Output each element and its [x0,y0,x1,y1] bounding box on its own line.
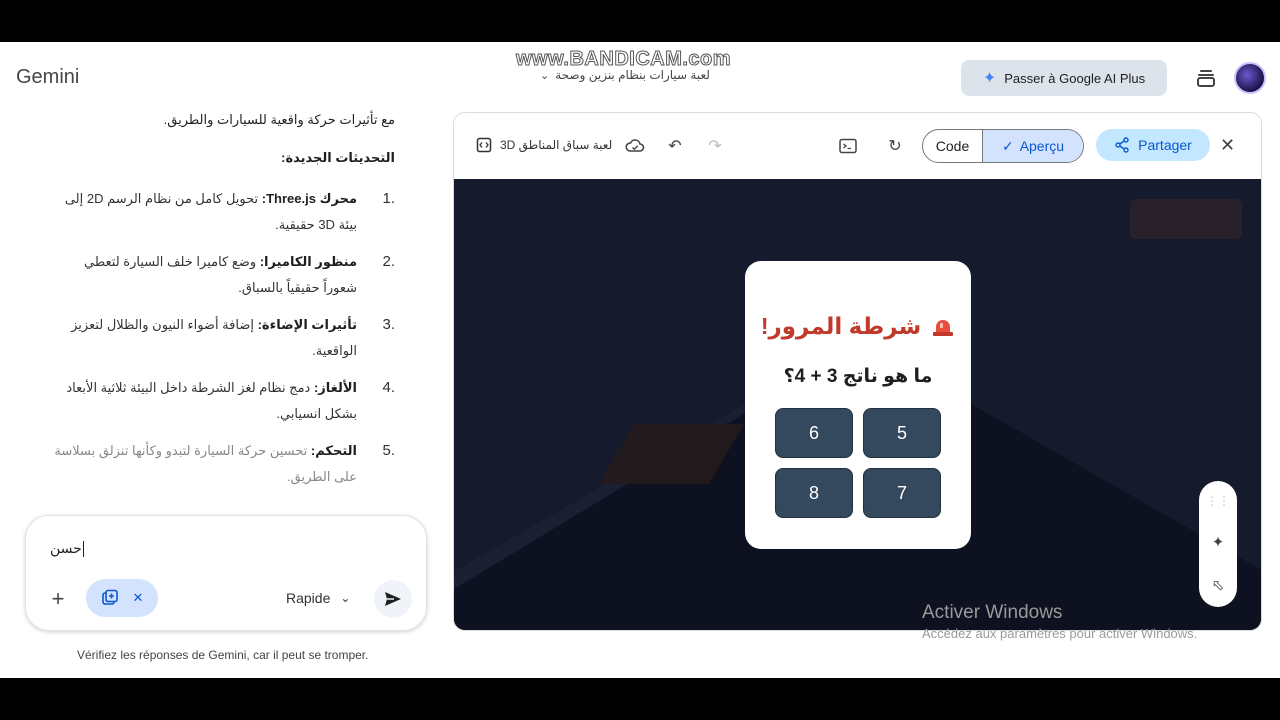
prompt-composer[interactable]: حسن + ✕ Rapide ⌄ [25,515,427,631]
list-item: 4. الألغاز: دمج نظام لغز الشرطة داخل الب… [50,375,395,427]
select-icon[interactable]: ⬁ [1212,576,1225,594]
drag-icon[interactable]: ⋮⋮ [1206,494,1230,508]
avatar[interactable] [1234,62,1266,94]
response-lead: مع تأثيرات حركة واقعية للسيارات والطريق. [163,112,395,127]
prompt-input[interactable]: حسن [50,540,84,558]
activate-subtitle: Accédez aux paramètres pour activer Wind… [922,626,1198,641]
upgrade-label: Passer à Google AI Plus [1004,70,1146,86]
upload-icon [101,589,118,605]
canvas-toolbar: لعبة سباق المناطق 3D ↶ ↷ ↻ Code ✓ Aperçu [454,113,1261,179]
send-button[interactable] [374,580,412,618]
chat-response: مع تأثيرات حركة واقعية للسيارات والطريق.… [50,112,395,501]
stack-icon[interactable] [1196,68,1216,88]
refresh-icon[interactable]: ↻ [884,135,906,157]
conversation-title[interactable]: لعبة سيارات بنظام بنزين وصحة ⌄ [540,68,710,82]
list-item-title: التحكم: [310,443,357,458]
doc-title: لعبة سباق المناطق 3D [500,138,613,152]
police-quiz-modal: شرطة المرور! ما هو ناتج 3 + 4؟ 6 5 8 7 [745,261,971,549]
canvas-panel: لعبة سباق المناطق 3D ↶ ↷ ↻ Code ✓ Aperçu [453,112,1262,631]
share-icon [1115,137,1129,153]
modal-title-text: شرطة المرور! [760,313,922,339]
brand-logo[interactable]: Gemini [16,66,79,89]
response-heading: التحديثات الجديدة: [281,150,395,165]
upgrade-button[interactable]: ✦ Passer à Google AI Plus [961,60,1167,96]
cloud-icon[interactable] [624,135,646,157]
tab-preview-label: Aperçu [1019,138,1065,154]
view-toggle[interactable]: Code ✓ Aperçu [922,129,1084,163]
game-preview[interactable]: شرطة المرور! ما هو ناتج 3 + 4؟ 6 5 8 7 ⋮… [454,179,1261,630]
model-selector[interactable]: Rapide ⌄ [286,590,350,606]
list-item: 2. منظور الكاميرا: وضع كاميرا خلف السيار… [50,249,395,301]
list-item-title: منظور الكاميرا: [259,254,357,269]
list-item: 5. التحكم: تحسين حركة السيارة لتبدو وكأن… [50,438,395,490]
prompt-input-value: حسن [50,540,82,556]
close-icon[interactable]: ✕ [1220,135,1235,156]
text-caret [82,541,84,558]
list-item: 1. محرك Three.js: تحويل كامل من نظام الر… [50,186,395,238]
hud-badge [1130,199,1242,239]
chevron-down-icon: ⌄ [340,591,351,605]
letterbox-top [0,0,1280,42]
letterbox-bottom [0,678,1280,720]
floating-toolbar: ⋮⋮ ✦ ⬁ [1199,481,1237,607]
list-number: 2. [382,253,395,270]
list-item-title: تأثيرات الإضاءة: [257,317,357,332]
list-number: 3. [382,316,395,333]
list-item: 3. تأثيرات الإضاءة: إضافة أضواء النيون و… [50,312,395,364]
tab-code[interactable]: Code [923,130,983,162]
updates-list: 1. محرك Three.js: تحويل كامل من نظام الر… [50,186,395,490]
share-button[interactable]: Partager [1096,129,1210,161]
check-icon: ✓ [1001,137,1014,154]
console-icon[interactable] [837,135,859,157]
list-item-title: الألغاز: [313,380,357,395]
answer-button[interactable]: 7 [863,468,941,518]
conversation-title-text: لعبة سيارات بنظام بنزين وصحة [555,68,710,82]
plus-icon[interactable]: + [46,586,70,612]
sparkle-edit-icon[interactable]: ✦ [1212,533,1225,551]
gemini-app: Gemini www.BANDICAM.com لعبة سيارات بنظا… [0,42,1280,678]
activate-title: Activer Windows [922,602,1063,623]
model-label: Rapide [286,590,331,606]
doc-title-group[interactable]: لعبة سباق المناطق 3D [476,137,612,153]
chevron-down-icon: ⌄ [540,69,550,82]
code-icon [476,137,492,153]
send-icon [385,592,401,606]
list-number: 1. [382,190,395,207]
answer-button[interactable]: 8 [775,468,853,518]
list-number: 5. [382,442,395,459]
list-number: 4. [382,379,395,396]
disclaimer: Vérifiez les réponses de Gemini, car il … [77,648,369,662]
quiz-question: ما هو ناتج 3 + 4؟ [783,366,933,387]
modal-title: شرطة المرور! [745,313,971,340]
canvas-tool-chip[interactable]: ✕ [86,579,158,617]
close-icon[interactable]: ✕ [133,590,144,606]
list-item-title: محرك Three.js: [261,191,357,206]
windows-activation-notice: Activer Windows Accédez aux paramètres p… [922,602,1197,641]
redo-icon: ↷ [708,138,722,155]
share-label: Partager [1138,137,1192,153]
undo-icon[interactable]: ↶ [664,135,686,157]
spark-icon: ✦ [982,70,997,87]
tab-preview[interactable]: ✓ Aperçu [983,130,1083,162]
siren-icon [933,319,954,336]
answer-button[interactable]: 6 [775,408,853,458]
answer-button[interactable]: 5 [863,408,941,458]
